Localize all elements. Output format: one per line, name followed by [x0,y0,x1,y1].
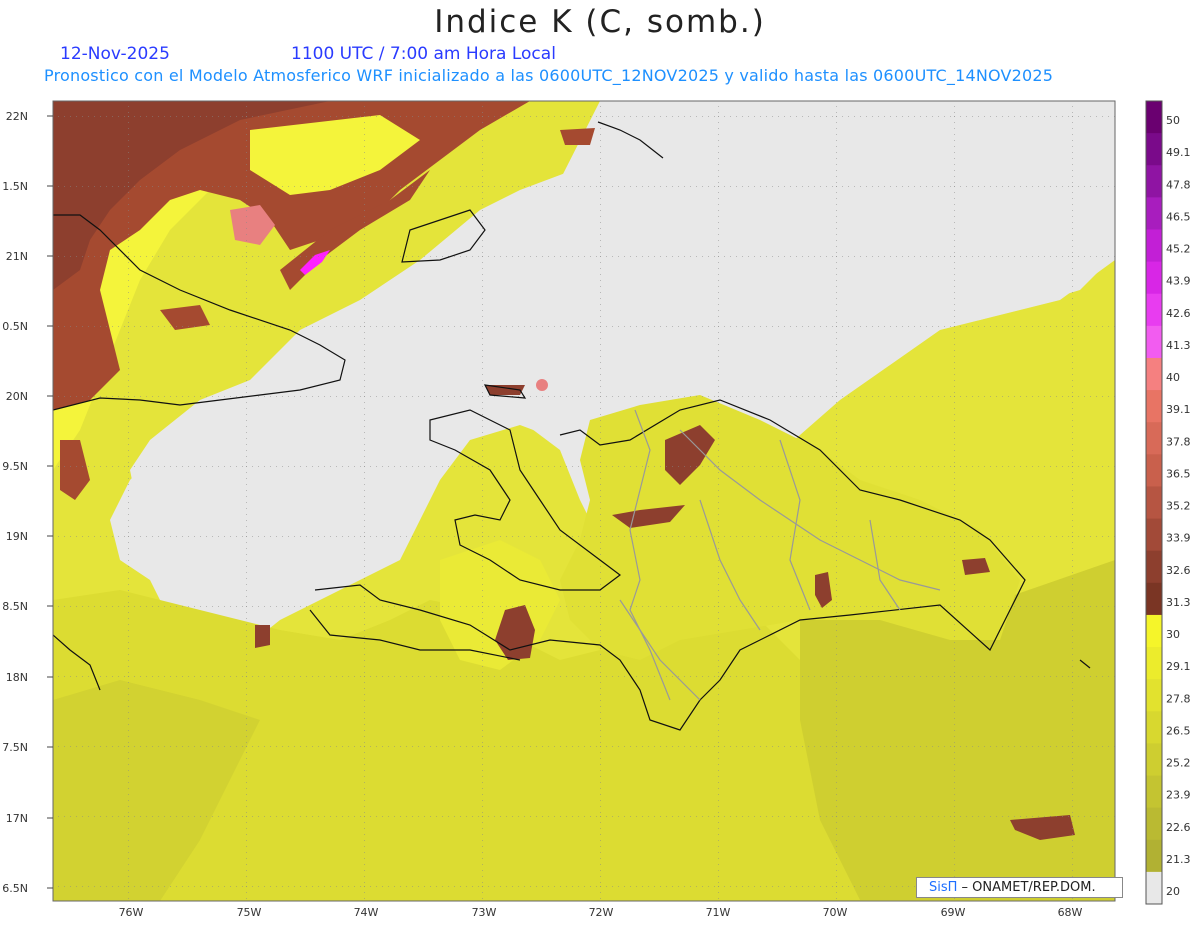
colorbar-label: 26.5 [1166,724,1191,737]
colorbar-swatch [1146,614,1162,648]
lat-label: 19N [6,530,28,543]
lon-label: 75W [237,906,262,919]
colorbar-swatch [1146,261,1162,295]
lat-axis: 22N 1.5N 21N 0.5N 20N 9.5N 19N 8.5N 18N … [2,110,28,895]
colorbar-swatch [1146,357,1162,391]
lat-label: 0.5N [2,320,28,333]
lon-label: 72W [589,906,614,919]
colorbar-label: 20 [1166,885,1180,898]
colorbar-label: 23.9 [1166,789,1191,802]
colorbar-swatch [1146,422,1162,455]
colorbar-label: 47.8 [1166,178,1191,191]
lon-label: 68W [1058,906,1083,919]
lat-label: 8.5N [2,600,28,613]
colorbar-label: 31.3 [1166,596,1191,609]
colorbar-label: 42.6 [1166,307,1191,320]
colorbar-label: 39.1 [1166,403,1191,416]
colorbar-label: 22.6 [1166,821,1191,834]
brand-label: SisΠ [929,880,958,895]
colorbar-swatch [1146,679,1162,712]
colorbar-swatch [1146,197,1162,230]
colorbar-swatch [1146,518,1162,552]
colorbar-label: 30 [1166,628,1180,641]
colorbar-label: 27.8 [1166,692,1191,705]
colorbar-swatch [1146,486,1162,520]
colorbar-label: 40 [1166,371,1180,384]
colorbar-swatch [1146,582,1162,616]
lat-ticks [47,115,53,889]
colorbar [1145,100,1163,905]
colorbar-swatch [1146,743,1162,777]
colorbar-swatch [1146,711,1162,744]
lon-label: 76W [119,906,144,919]
lat-label: 18N [6,671,28,684]
colorbar-swatch [1146,293,1162,327]
credit-box: SisΠ – ONAMET/REP.DOM. [916,877,1123,898]
colorbar-swatch [1146,101,1162,134]
lon-label: 69W [941,906,966,919]
colorbar-swatch [1146,839,1162,873]
colorbar-labels: 50 49.1 47.8 46.5 45.2 43.9 42.6 41.3 40 39.1 37.8… [1166,114,1191,898]
colorbar-label: 21.3 [1166,853,1191,866]
colorbar-swatch [1146,775,1162,809]
colorbar-label: 37.8 [1166,435,1191,448]
colorbar-label: 43.9 [1166,275,1191,288]
map-canvas: 22N 1.5N 21N 0.5N 20N 9.5N 19N 8.5N 18N … [2,100,1191,919]
lon-label: 74W [354,906,379,919]
colorbar-label: 49.1 [1166,146,1191,159]
lat-label: 6.5N [2,882,28,895]
lat-label: 22N [6,110,28,123]
colorbar-swatch [1146,647,1162,680]
lon-label: 71W [706,906,731,919]
colorbar-label: 45.2 [1166,243,1191,256]
colorbar-label: 29.1 [1166,660,1191,673]
lon-axis: 76W 75W 74W 73W 72W 71W 70W 69W 68W [119,906,1083,919]
colorbar-swatch [1146,807,1162,841]
colorbar-swatch [1146,871,1162,905]
lat-label: 1.5N [2,180,28,193]
colorbar-label: 25.2 [1166,757,1191,770]
lat-label: 7.5N [2,741,28,754]
lat-label: 21N [6,250,28,263]
colorbar-swatch [1146,454,1162,487]
colorbar-swatch [1146,133,1162,166]
lat-label: 9.5N [2,460,28,473]
colorbar-label: 33.9 [1166,532,1191,545]
colorbar-swatch [1146,550,1162,584]
colorbar-label: 50 [1166,114,1180,127]
colorbar-swatch [1146,325,1162,359]
colorbar-label: 36.5 [1166,467,1191,480]
colorbar-swatch [1146,390,1162,423]
colorbar-swatch [1146,229,1162,263]
colorbar-label: 46.5 [1166,210,1191,223]
lat-label: 20N [6,390,28,403]
grid [53,101,1115,901]
colorbar-label: 32.6 [1166,564,1191,577]
colorbar-label: 35.2 [1166,500,1191,513]
lon-label: 70W [823,906,848,919]
lon-label: 73W [472,906,497,919]
lat-label: 17N [6,812,28,825]
colorbar-swatch [1146,165,1162,198]
org-label: – ONAMET/REP.DOM. [957,880,1096,895]
colorbar-label: 41.3 [1166,339,1191,352]
